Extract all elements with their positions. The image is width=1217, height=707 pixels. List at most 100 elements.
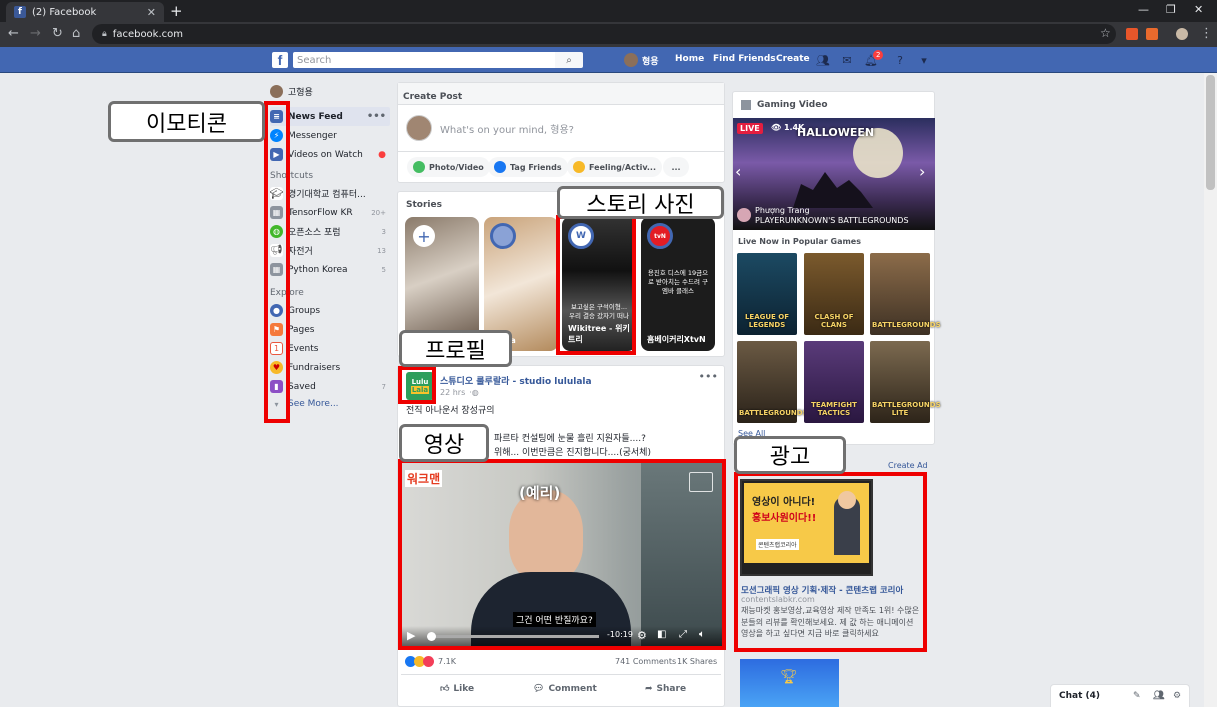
maximize-icon[interactable]: ❐ [1166,3,1176,16]
create-link[interactable]: Create [776,54,810,64]
avatar [406,115,432,141]
shares-count[interactable]: 1K Shares [677,657,717,666]
comment-button[interactable]: 💬︎ Comment [533,684,597,694]
add-story-icon[interactable]: + [413,225,435,247]
settings-gear-icon[interactable]: ⚙ [1173,691,1181,701]
game-name: BATTLEGROUNDS [872,321,941,329]
game-thumbnail[interactable]: BATTLEGROUNDS [870,253,941,335]
action-label: Like [453,684,475,694]
comments-count[interactable]: 741 Comments [615,657,676,666]
facebook-logo-icon[interactable]: f [272,52,288,68]
popular-games-title: Live Now in Popular Games [738,237,861,246]
game-thumbnail[interactable]: TEAMFIGHT TACTICS [804,341,864,423]
extension-icon[interactable] [1126,28,1138,40]
streamer-avatar [737,208,751,222]
chat-bar[interactable]: Chat (4) ✎ 👥︎ ⚙ [1050,684,1190,707]
back-icon[interactable]: ← [8,26,19,41]
stream-game-name[interactable]: PLAYERUNKNOWN'S BATTLEGROUNDS [755,216,909,225]
gaming-video-header: Gaming Video [741,100,828,110]
like-button[interactable]: 👍︎ Like [440,684,474,694]
game-name: TEAMFIGHT TACTICS [811,401,857,417]
game-thumbnail[interactable]: BATTLEGROUNDS LITE [870,341,941,423]
browser-tab[interactable]: f (2) Facebook ✕ [6,2,164,22]
streamer-name[interactable]: Phượng Trang [755,206,810,215]
friend-requests-icon[interactable]: 👥︎ [816,53,830,67]
avatar [270,85,283,98]
more-actions-button[interactable]: ... [663,157,689,177]
see-more-label: See More... [288,399,339,409]
address-bar-row: ← → ↻ ⌂ 🔒︎ facebook.com ☆ ⋮ [0,22,1217,47]
user-avatar[interactable] [624,53,638,67]
share-button[interactable]: ➦ Share [645,684,686,694]
profile-link[interactable]: 형용 [642,54,659,67]
reactions-count: 7.1K [438,657,456,666]
annotation-label-video: 영상 [399,424,489,462]
photo-video-button[interactable]: Photo/Video [407,157,490,177]
gaming-video-title: Gaming Video [757,100,828,110]
compose-icon[interactable]: ✎ [1133,691,1141,701]
extension-icon[interactable] [1146,28,1158,40]
tag-friends-button[interactable]: Tag Friends [488,157,568,177]
group-chat-icon[interactable]: 👥︎ [1153,691,1164,701]
post-options-icon[interactable]: ••• [699,370,718,383]
facebook-top-bar: f Search ⌕ 형용 Home Find Friends Create 👥… [0,47,1217,73]
reload-icon[interactable]: ↻ [52,26,63,41]
photo-icon [413,161,425,173]
sidebar-item-label: TensorFlow KR [288,207,353,218]
new-tab-icon[interactable]: + [170,2,183,20]
new-dot-icon: ● [378,149,386,160]
sidebar-profile-name: 고형용 [288,88,313,98]
game-thumbnail[interactable]: LEAGUE OF LEGENDS [737,253,797,335]
close-tab-icon[interactable]: ✕ [147,6,156,19]
annotation-box-profile [398,366,436,404]
sidebar-item-label: Pages [288,324,315,335]
profile-avatar-icon[interactable] [1176,28,1188,40]
scrollbar-thumb[interactable] [1206,75,1215,190]
post-composer-input[interactable]: What's on your mind, 형용? [440,121,574,136]
search-icon[interactable]: ⌕ [555,52,583,68]
home-link[interactable]: Home [675,54,704,64]
story-avatar: tvN [647,223,673,249]
tag-friends-icon [494,161,506,173]
more-options-icon[interactable]: ••• [367,111,386,122]
ad-image-2[interactable]: 🏆︎ [740,659,839,707]
bookmark-star-icon[interactable]: ☆ [1100,26,1111,40]
live-badge: LIVE [737,123,763,134]
create-post-header: Create Post [398,83,724,105]
action-label: Share [656,684,687,694]
post-meta: 22 hrs ·◍ [440,388,479,397]
post-page-name[interactable]: 스튜디오 룰루랄라 - studio lululala [440,374,592,387]
find-friends-link[interactable]: Find Friends [713,54,776,64]
comment-bubble-icon: 💬︎ [533,684,545,694]
sidebar-item-label: Python Korea [288,264,348,275]
live-stream-thumbnail[interactable]: HALLOWEEN LIVE 👁︎ 1.4K ‹ › Phượng Trang … [733,118,935,230]
game-thumbnail[interactable]: CLASH OF CLANS [804,253,864,335]
carousel-prev-icon[interactable]: ‹ [735,162,741,181]
home-icon[interactable]: ⌂ [72,26,80,41]
close-window-icon[interactable]: ✕ [1194,3,1203,16]
menu-dots-icon[interactable]: ⋮ [1200,26,1213,41]
annotation-box-ad [734,472,927,652]
create-post-title: Create Post [403,92,463,102]
story-item[interactable]: tvN 용진호 디스에 19금으로 받아치는 수드려 구 엠바 클래스 흠베이커… [641,217,715,351]
count-badge: 7 [381,382,386,391]
sidebar-item-label: 자전거 [288,247,313,257]
reactions-summary[interactable]: 7.1K [405,656,456,667]
account-menu-icon[interactable]: ▾ [917,53,931,67]
minimize-icon[interactable]: — [1138,3,1149,16]
messenger-icon[interactable]: ✉︎ [840,53,854,67]
pill-label: Tag Friends [510,162,562,172]
create-ad-link[interactable]: Create Ad [888,461,928,470]
feeling-activity-button[interactable]: Feeling/Activ... [567,157,662,177]
post-time[interactable]: 22 hrs [440,388,465,397]
sidebar-item-label: Saved [288,381,316,392]
forward-icon[interactable]: → [30,26,41,41]
search-input[interactable]: Search [293,52,555,68]
carousel-next-icon[interactable]: › [919,162,925,181]
annotation-label-story: 스토리 사진 [557,186,724,219]
eye-icon: 👁︎ [771,123,784,132]
help-icon[interactable]: ? [893,53,907,67]
url-bar[interactable]: 🔒︎ facebook.com [92,24,1116,44]
game-thumbnail[interactable]: BATTLEGROUNDS [737,341,808,423]
sidebar-profile[interactable]: 고형용 [270,82,390,101]
